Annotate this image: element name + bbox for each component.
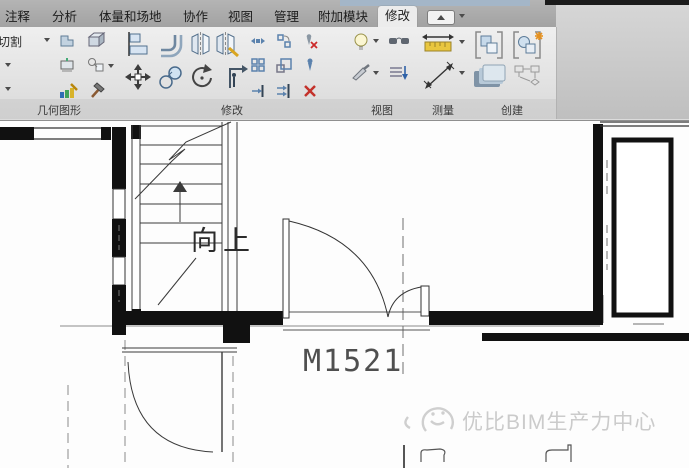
cut-dropdown-arrow[interactable] xyxy=(44,38,50,42)
dimension-dropdown-arrow[interactable] xyxy=(459,71,465,75)
ribbon-empty-area xyxy=(556,5,689,119)
create-group-icon[interactable] xyxy=(473,30,505,60)
copy-icon[interactable] xyxy=(157,63,184,91)
array-group-icon[interactable] xyxy=(250,57,266,73)
watermark-text: 优比BIM生产力中心 xyxy=(462,411,656,434)
knife-dropdown-arrow[interactable] xyxy=(373,71,379,75)
join-geometry-icon[interactable] xyxy=(86,30,106,50)
left-wall[interactable] xyxy=(112,127,126,335)
tab-annotate[interactable]: 注释 xyxy=(5,8,30,27)
move-icon[interactable] xyxy=(124,63,152,91)
tab-collaborate[interactable]: 协作 xyxy=(183,8,208,27)
revit-window: 向上 M1521 xyxy=(0,0,689,468)
graphics-glasses-icon[interactable] xyxy=(388,33,410,49)
panel-modify: 修改 xyxy=(118,27,347,119)
panel-label-view: 视图 xyxy=(346,104,418,119)
trim-to-multiple-icon[interactable] xyxy=(276,83,292,99)
panel-create: 创建 xyxy=(468,27,557,119)
tab-manage[interactable]: 管理 xyxy=(274,8,299,27)
reveal-hidden-bulb-icon[interactable] xyxy=(352,32,370,50)
title-strip xyxy=(340,0,530,6)
cut-geometry-icon[interactable] xyxy=(57,30,77,50)
rotate-icon[interactable] xyxy=(188,63,218,91)
ribbon-state-dropdown-arrow[interactable] xyxy=(459,14,465,18)
align-icon[interactable] xyxy=(124,30,154,58)
demolish-hammer-icon[interactable] xyxy=(86,80,106,100)
trim-to-single-icon[interactable] xyxy=(250,83,266,99)
create-similar-icon[interactable] xyxy=(511,30,545,60)
ribbon: 注释 分析 体量和场地 协作 视图 管理 附加模块 修改 切割 xyxy=(0,0,689,121)
stair-direction-text[interactable]: 向上 xyxy=(191,226,255,256)
delete-icon[interactable] xyxy=(302,83,318,99)
panel-label-measure: 测量 xyxy=(418,104,468,119)
cut-profile-knife-icon[interactable] xyxy=(351,64,371,82)
link-elements-icon[interactable] xyxy=(86,56,106,74)
join-dropdown-arrow[interactable] xyxy=(5,63,11,67)
panel-view: 视图 xyxy=(346,27,419,119)
ribbon-state-toggle-button[interactable] xyxy=(427,10,455,25)
measure-ruler-icon[interactable] xyxy=(421,32,455,54)
measure-dropdown-arrow[interactable] xyxy=(459,40,465,44)
panel-label-create: 创建 xyxy=(468,104,556,119)
tab-view[interactable]: 视图 xyxy=(228,8,253,27)
paint-icon[interactable] xyxy=(58,80,78,100)
panel-label-modify: 修改 xyxy=(118,104,346,119)
show-hidden-icon[interactable] xyxy=(58,56,76,74)
cut-geometry-button[interactable]: 切割 xyxy=(0,33,22,50)
door-leaf-small[interactable] xyxy=(421,286,429,316)
thin-lines-icon[interactable] xyxy=(388,64,408,82)
create-parts-icon[interactable] xyxy=(472,63,506,89)
offset-icon[interactable] xyxy=(157,30,187,58)
mirror-pick-axis-icon[interactable] xyxy=(189,30,212,58)
scale-icon[interactable] xyxy=(276,57,292,73)
reveal-dropdown-arrow[interactable] xyxy=(373,39,379,43)
panel-measure: 测量 xyxy=(418,27,469,119)
tab-addins[interactable]: 附加模块 xyxy=(318,8,368,27)
collapse-icon xyxy=(437,15,445,20)
split-dropdown-arrow[interactable] xyxy=(5,87,11,91)
tab-analyze[interactable]: 分析 xyxy=(52,8,77,27)
tab-massing-site[interactable]: 体量和场地 xyxy=(99,8,162,27)
panel-label-geometry: 几何图形 xyxy=(0,104,118,119)
aligned-dimension-icon[interactable] xyxy=(423,61,455,91)
link-dropdown-arrow[interactable] xyxy=(108,64,114,68)
mirror-draw-axis-icon[interactable] xyxy=(214,30,241,58)
panel-geometry: 切割 xyxy=(0,27,119,119)
shaft-rectangle[interactable] xyxy=(614,140,671,315)
create-assembly-icon[interactable] xyxy=(514,65,542,89)
pin-icon[interactable] xyxy=(302,57,318,73)
door-leaf-large[interactable] xyxy=(283,219,289,318)
trim-extend-corner-icon[interactable] xyxy=(220,63,248,91)
door-tag-text[interactable]: M1521 xyxy=(303,344,403,379)
array-radial-icon[interactable] xyxy=(276,33,292,49)
tab-modify-active[interactable]: 修改 xyxy=(378,6,417,27)
unpin-icon[interactable] xyxy=(302,33,318,49)
array-linear-icon[interactable] xyxy=(250,33,266,49)
